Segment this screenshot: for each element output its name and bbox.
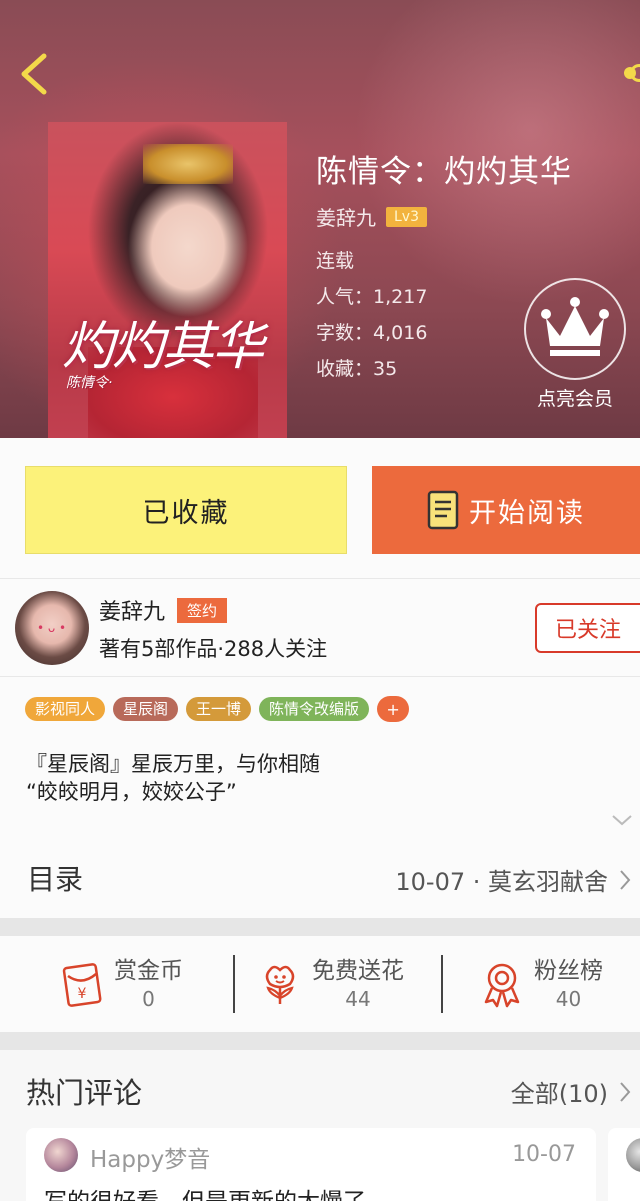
stat-value: 44 xyxy=(345,987,371,1011)
stat-value: 40 xyxy=(555,987,582,1011)
cover-subtitle: 陈情令· xyxy=(66,375,113,391)
book-cover: 灼灼其华 陈情令· xyxy=(48,122,287,438)
flower-icon xyxy=(265,965,295,1004)
tag[interactable]: 陈情令改编版 xyxy=(259,697,370,721)
vip-label: 点亮会员 xyxy=(536,388,613,410)
stat-label: 赏金币 xyxy=(114,958,183,984)
tag-list: 影视同人 星辰阁 王一博 陈情令改编版 + xyxy=(25,696,410,722)
red-envelope-icon: ¥ xyxy=(62,963,102,1007)
divider xyxy=(233,955,235,1013)
medal-icon xyxy=(484,963,520,1008)
section-separator xyxy=(0,1032,640,1050)
comment-card[interactable]: Happy梦音 10-07 写的很好看，但是更新的太慢了 xyxy=(26,1128,596,1201)
stat-label: 免费送花 xyxy=(312,958,404,984)
tag[interactable]: 王一博 xyxy=(186,697,252,721)
commenter-avatar[interactable] xyxy=(44,1138,78,1172)
follow-button[interactable]: 已关注 xyxy=(535,603,640,653)
commenter-avatar[interactable] xyxy=(626,1138,640,1172)
collected-button[interactable]: 已收藏 xyxy=(25,466,347,554)
author-name-row: 姜辞九 签约 xyxy=(99,594,228,626)
tag[interactable]: 星辰阁 xyxy=(113,697,179,721)
comment-text: 写的很好看，但是更新的太慢了 xyxy=(44,1182,366,1201)
divider xyxy=(0,578,640,579)
svg-text:¥: ¥ xyxy=(78,986,87,1002)
signed-badge: 签约 xyxy=(177,597,228,623)
description-line: 『星辰阁』星辰万里，与你相随 xyxy=(26,752,320,776)
word-count: 字数：4,016 xyxy=(316,322,428,344)
free-flower-button[interactable]: 免费送花 44 xyxy=(256,936,404,1032)
more-icon[interactable] xyxy=(618,62,640,84)
divider xyxy=(441,955,443,1013)
fan-ranking-button[interactable]: 粉丝榜 40 xyxy=(478,936,603,1032)
favorites-count: 收藏：35 xyxy=(316,358,398,380)
engagement-stats: ¥ 赏金币 0 免费送花 44 粉丝榜 40 xyxy=(0,936,640,1032)
book-author[interactable]: 姜辞九 xyxy=(316,202,376,231)
author-avatar[interactable]: • ᴗ • xyxy=(15,591,89,665)
crown-icon xyxy=(524,278,626,380)
level-badge: Lv3 xyxy=(386,206,427,227)
stat-label: 粉丝榜 xyxy=(534,958,603,984)
divider xyxy=(0,676,640,677)
book-icon xyxy=(427,490,459,530)
section-separator xyxy=(0,918,640,936)
book-title: 陈情令：灼灼其华 xyxy=(316,154,572,190)
book-author-row: 姜辞九 Lv3 xyxy=(316,202,427,231)
comments-title: 热门评论 xyxy=(26,1076,143,1110)
tag[interactable]: 影视同人 xyxy=(25,697,106,721)
toc-label: 目录 xyxy=(27,863,84,896)
book-header: 灼灼其华 陈情令· 陈情令：灼灼其华 姜辞九 Lv3 连载 人气：1,217 字… xyxy=(0,0,640,438)
commenter-name[interactable]: Happy梦音 xyxy=(90,1140,210,1174)
table-of-contents-row[interactable]: 目录 10-07 · 莫玄羽献舍 xyxy=(0,838,640,918)
book-status: 连载 xyxy=(316,250,355,272)
chevron-right-icon xyxy=(620,870,631,890)
reward-coins-button[interactable]: ¥ 赏金币 0 xyxy=(58,936,183,1032)
popularity: 人气：1,217 xyxy=(316,286,428,308)
all-comments-link[interactable]: 全部(10) xyxy=(511,1074,608,1109)
description-line: “皎皎明月，姣姣公子” xyxy=(26,780,237,804)
vip-button[interactable]: 点亮会员 xyxy=(524,278,626,412)
author-stats: 著有5部作品·288人关注 xyxy=(99,637,328,661)
add-tag-button[interactable]: + xyxy=(377,696,410,722)
back-icon[interactable] xyxy=(14,50,54,98)
cover-title: 灼灼其华 xyxy=(62,317,264,377)
comment-card[interactable] xyxy=(608,1128,640,1201)
latest-chapter: 10-07 · 莫玄羽献舍 xyxy=(395,868,608,896)
chevron-right-icon[interactable] xyxy=(618,1080,632,1104)
start-reading-label: 开始阅读 xyxy=(469,497,585,529)
stat-value: 0 xyxy=(142,987,155,1011)
start-reading-button[interactable]: 开始阅读 xyxy=(372,466,640,554)
chevron-down-icon[interactable] xyxy=(610,812,634,828)
comment-date: 10-07 xyxy=(512,1142,576,1167)
author-name[interactable]: 姜辞九 xyxy=(99,594,165,626)
